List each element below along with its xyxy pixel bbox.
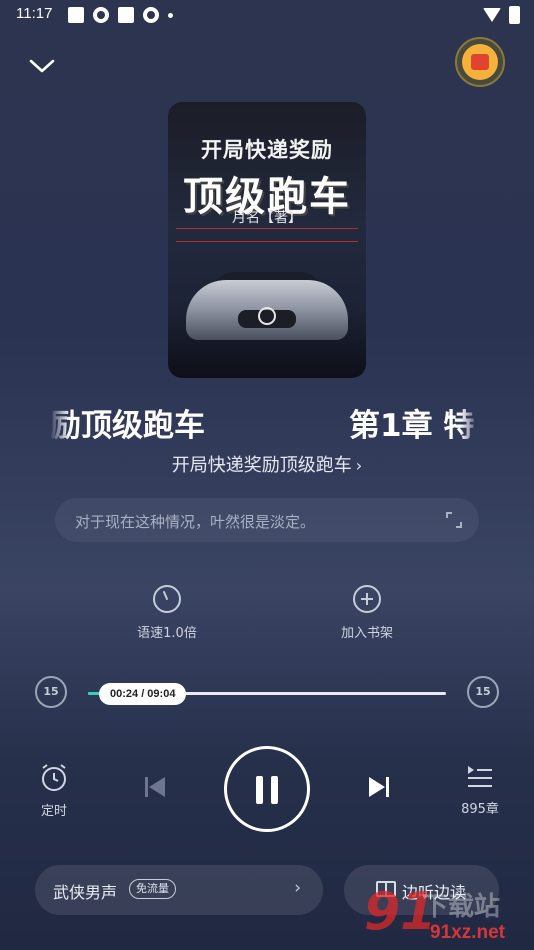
playlist-icon xyxy=(468,766,492,787)
chevron-down-icon[interactable] xyxy=(28,56,56,76)
notification-sync-icon xyxy=(93,7,109,23)
wifi-icon xyxy=(483,8,501,22)
timer-label: 定时 xyxy=(40,804,67,819)
marquee-text-right: 第1章 特 xyxy=(349,408,475,444)
watermark-url: 91xz.net xyxy=(430,922,505,943)
speed-button[interactable]: 语速1.0倍 xyxy=(122,584,212,641)
pause-icon xyxy=(256,776,263,804)
book-title-link[interactable]: 开局快递奖励顶级跑车 › xyxy=(0,451,534,477)
progress-thumb[interactable]: 00:24 / 09:04 xyxy=(99,683,187,705)
voice-label: 武侠男声 xyxy=(53,883,118,902)
forward-15-button[interactable]: 15 xyxy=(467,676,499,708)
cover-tag-strip xyxy=(176,228,358,242)
status-bar: 11:17 xyxy=(0,0,534,30)
book-cover: 开局快递奖励 顶级跑车 月名【著】 xyxy=(168,102,366,378)
free-data-badge: 免流量 xyxy=(129,879,176,899)
rewind-15-button[interactable]: 15 xyxy=(35,676,67,708)
next-chapter-icon[interactable] xyxy=(367,775,391,799)
battery-icon xyxy=(509,6,520,24)
reward-gift-button[interactable] xyxy=(455,37,505,87)
system-icons xyxy=(483,6,520,24)
rewind-seconds: 15 xyxy=(43,685,59,698)
red-packet-icon xyxy=(462,44,498,80)
cover-title-line1: 开局快递奖励 xyxy=(201,138,333,162)
chapter-list-button[interactable]: 895章 xyxy=(455,764,505,817)
marquee-text-left: 励顶级跑车 xyxy=(50,408,205,444)
pause-button[interactable] xyxy=(224,746,310,832)
status-time: 11:17 xyxy=(16,5,53,22)
alarm-clock-icon xyxy=(42,764,66,791)
chevron-right-icon: › xyxy=(355,456,363,475)
notification-sync-icon xyxy=(143,7,159,23)
forward-seconds: 15 xyxy=(475,685,491,698)
timer-button[interactable]: 定时 xyxy=(32,762,76,819)
voice-selector-button[interactable]: 武侠男声 免流量 › xyxy=(35,865,323,915)
site-watermark: 91 下载站 91xz.net xyxy=(364,882,534,950)
notification-square-icon xyxy=(68,7,84,23)
text-preview-box[interactable]: 对于现在这种情况，叶然很是淡定。 xyxy=(55,498,479,542)
chapter-title-marquee: 励顶级跑车 第1章 特 xyxy=(50,400,480,444)
book-title: 开局快递奖励顶级跑车 xyxy=(171,455,352,476)
notification-dot-icon xyxy=(168,12,173,18)
cover-author: 月名【著】 xyxy=(232,210,302,226)
speedometer-icon xyxy=(153,585,181,613)
notification-icons xyxy=(68,7,173,23)
plus-circle-icon xyxy=(353,585,381,613)
playback-controls: 定时 895章 xyxy=(0,746,534,836)
chapter-count: 895章 xyxy=(461,802,499,817)
expand-icon[interactable] xyxy=(445,511,463,529)
watermark-cn: 下载站 xyxy=(422,892,501,922)
preview-text: 对于现在这种情况，叶然很是淡定。 xyxy=(75,513,316,531)
add-shelf-label: 加入书架 xyxy=(340,626,393,641)
progress-row: 15 00:24 / 09:04 15 xyxy=(0,676,534,712)
speed-label: 语速1.0倍 xyxy=(137,626,197,641)
chevron-right-icon: › xyxy=(294,878,301,898)
previous-chapter-icon[interactable] xyxy=(143,775,167,799)
add-to-shelf-button[interactable]: 加入书架 xyxy=(322,584,412,641)
notification-square-icon xyxy=(118,7,134,23)
